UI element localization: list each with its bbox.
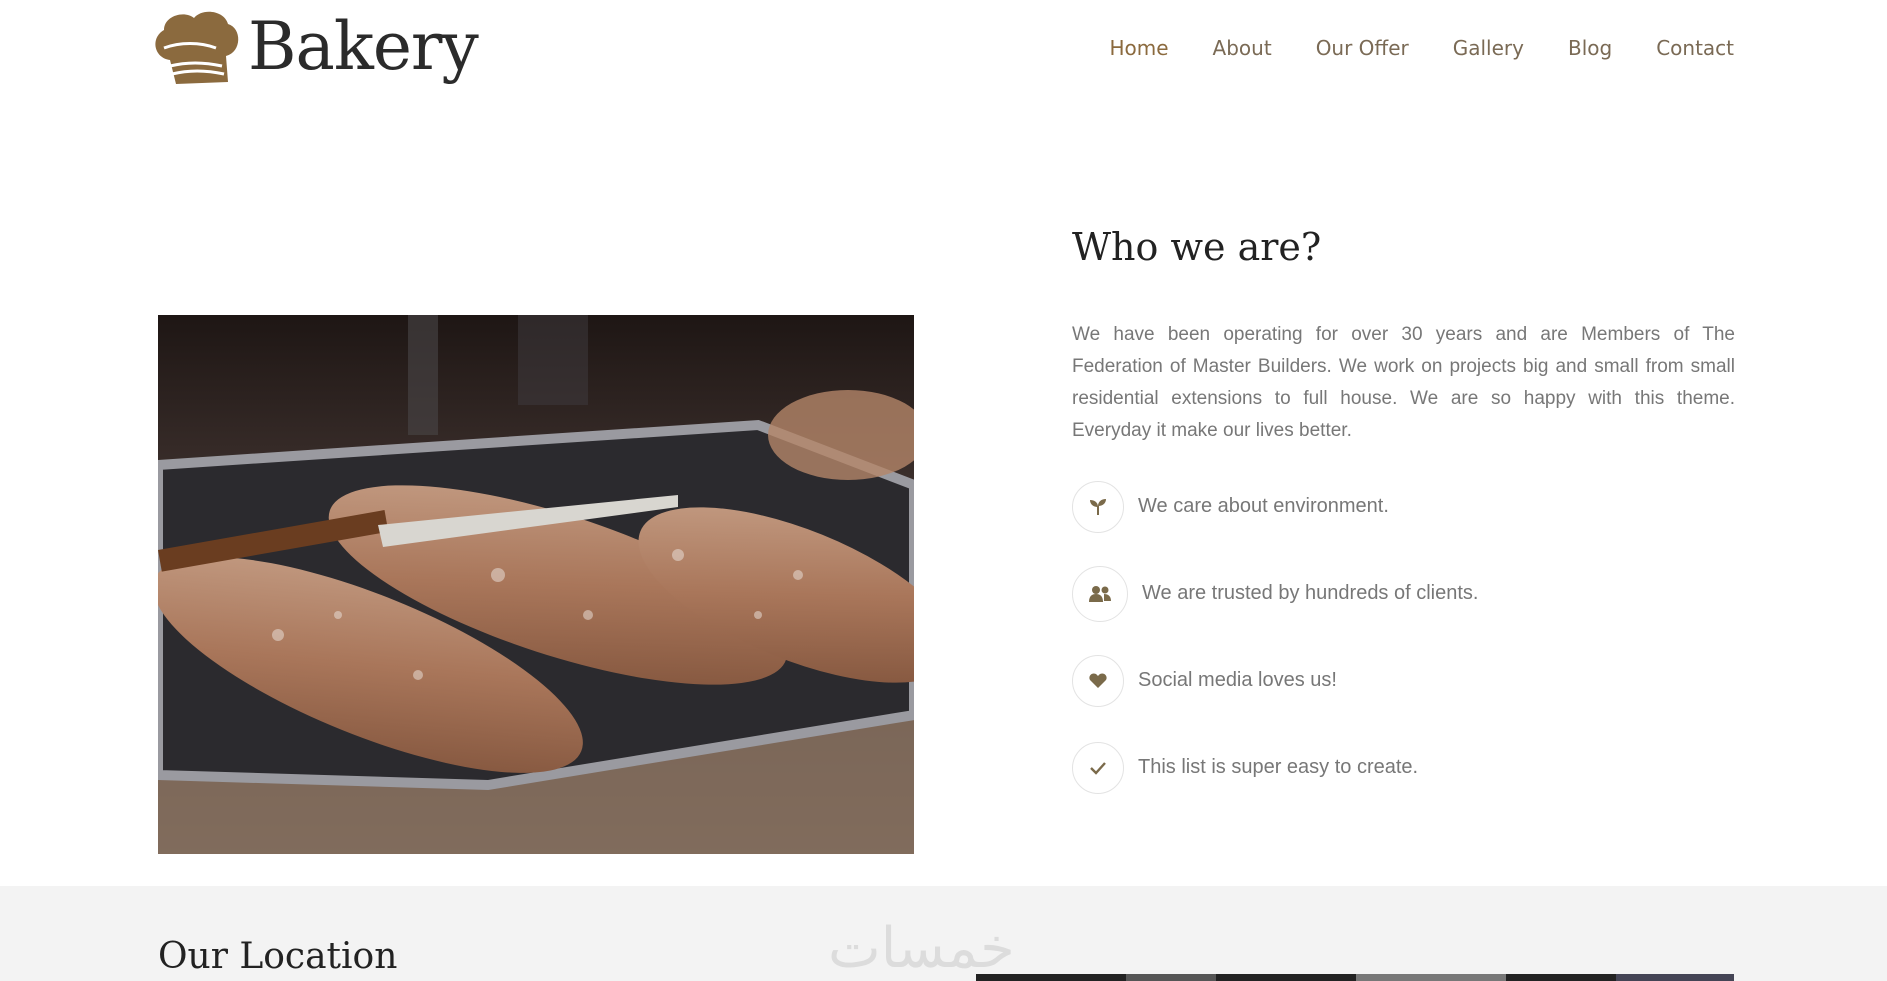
heart-icon bbox=[1089, 673, 1107, 688]
feature-icon-circle bbox=[1072, 741, 1124, 794]
feature-text: Social media loves us! bbox=[1138, 669, 1337, 691]
feature-text: This list is super easy to create. bbox=[1138, 756, 1419, 778]
nav-gallery[interactable]: Gallery bbox=[1453, 36, 1524, 60]
feature-item: Social media loves us! bbox=[1072, 637, 1735, 724]
nav-contact[interactable]: Contact bbox=[1656, 36, 1734, 60]
brand-logo[interactable]: Bakery bbox=[150, 8, 479, 86]
nav-home[interactable]: Home bbox=[1109, 36, 1168, 60]
chef-hat-icon bbox=[155, 11, 239, 84]
feature-icon-circle bbox=[1072, 480, 1124, 533]
seedling-icon bbox=[1090, 498, 1106, 515]
main-nav: Home About Our Offer Gallery Blog Contac… bbox=[1065, 36, 1734, 60]
about-title: Who we are? bbox=[1072, 225, 1322, 269]
feature-text: We are trusted by hundreds of clients. bbox=[1142, 582, 1479, 604]
feature-icon-circle bbox=[1072, 654, 1124, 707]
map-preview[interactable] bbox=[976, 974, 1734, 981]
brand-name: Bakery bbox=[248, 8, 479, 85]
nav-our-offer[interactable]: Our Offer bbox=[1316, 36, 1409, 60]
feature-item: This list is super easy to create. bbox=[1072, 724, 1735, 811]
about-section: Who we are? We have been operating for o… bbox=[1072, 225, 1735, 811]
about-body: We have been operating for over 30 years… bbox=[1072, 324, 1735, 441]
check-icon bbox=[1090, 761, 1106, 775]
location-title: Our Location bbox=[158, 936, 398, 977]
bread-photo bbox=[158, 315, 914, 854]
location-section: Our Location خمسات bbox=[0, 886, 1887, 981]
feature-item: We are trusted by hundreds of clients. bbox=[1072, 550, 1735, 637]
users-icon bbox=[1089, 585, 1111, 602]
feature-item: We care about environment. bbox=[1072, 463, 1735, 550]
site-header: Bakery Home About Our Offer Gallery Blog… bbox=[0, 0, 1887, 110]
nav-blog[interactable]: Blog bbox=[1568, 36, 1612, 60]
nav-about[interactable]: About bbox=[1213, 36, 1272, 60]
watermark-logo: خمسات bbox=[828, 916, 1015, 981]
feature-text: We care about environment. bbox=[1138, 495, 1389, 517]
feature-icon-circle bbox=[1072, 565, 1128, 622]
